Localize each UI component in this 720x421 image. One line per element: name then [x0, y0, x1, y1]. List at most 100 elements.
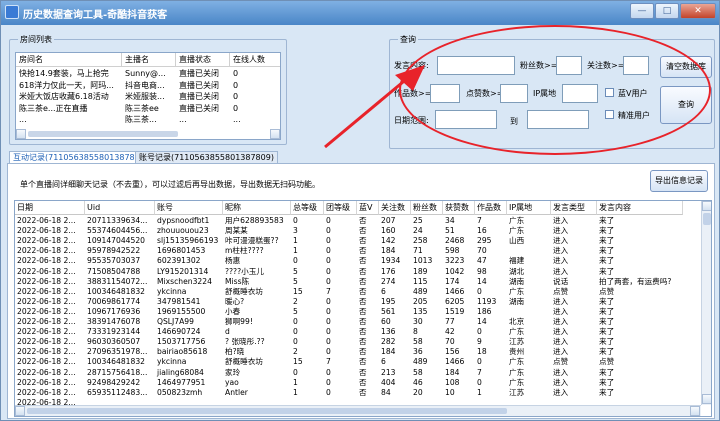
minimize-button[interactable]: — — [630, 3, 654, 19]
cell-account: 1464977951 — [157, 377, 206, 387]
scroll-right-button[interactable] — [270, 129, 280, 139]
cell-blue-v: 否 — [359, 327, 367, 337]
room-cell[interactable]: 直播已关闭 — [179, 68, 229, 79]
room-cell[interactable]: ... — [179, 114, 229, 125]
table-row[interactable]: 2022-06-18 2... 65935112483... 050823zmh An… — [15, 388, 701, 398]
table-row[interactable]: 2022-06-18 2... 100346481832 ykcinna 舒概睡衣坊 1… — [15, 357, 701, 367]
col-uid[interactable]: Uid — [85, 201, 155, 215]
room-cell[interactable]: 直播已关闭 — [179, 103, 229, 114]
table-row[interactable]: 2022-06-18 2... 92498429242 1464977951 yao 1… — [15, 378, 701, 388]
table-row[interactable]: 2022-06-18 2... 96030360507 1503717756 ? 张晓… — [15, 337, 701, 347]
cell-speech-type: 进入 — [553, 306, 569, 316]
maximize-button[interactable]: □ — [655, 3, 679, 19]
table-row[interactable]: 2022-06-18 2... 20711339634... dypsnoodfbt… — [15, 216, 701, 226]
cell-uid: 20711339634... — [87, 216, 148, 225]
col-account[interactable]: 账号 — [155, 201, 223, 215]
cell-speech-content: 来了 — [599, 387, 615, 397]
cell-uid: 38391476078 — [87, 317, 141, 326]
room-cell[interactable]: 抖音电商... — [125, 80, 175, 91]
room-cell[interactable]: 快抢14.9套装，马上抢完 — [19, 68, 121, 79]
cell-uid: 109147044520 — [87, 236, 145, 246]
records-table[interactable]: 日期 Uid 账号 昵称 总等级 团等级 蓝V 关注数 粉丝数 获赞数 作品数 IP属地 发言类型 发言内… — [14, 200, 712, 417]
room-cell[interactable]: 陈三茶... — [125, 114, 175, 125]
room-cell[interactable]: Sunny@... — [125, 68, 175, 79]
cell-follow: 561 — [381, 306, 396, 316]
cell-group-level: 0 — [326, 266, 331, 276]
horizontal-scroll-thumb[interactable] — [27, 408, 507, 414]
table-row[interactable]: 2022-06-18 2... 71508504788 LY915201314???… — [15, 267, 701, 277]
room-cell[interactable]: 直播已关闭 — [179, 91, 229, 102]
room-cell[interactable]: 618洋力仅此一天，阿玛... — [19, 80, 121, 91]
export-records-button[interactable]: 导出信息记录 — [650, 170, 708, 192]
col-host-name[interactable]: 主播名 — [122, 53, 176, 67]
cell-fans: 258 — [413, 236, 428, 246]
vertical-scroll-thumb[interactable] — [703, 213, 711, 225]
cell-blue-v: 否 — [359, 377, 367, 387]
scroll-left-button-grid[interactable] — [15, 406, 25, 416]
col-live-status[interactable]: 直播状态 — [176, 53, 230, 67]
scroll-up-button[interactable] — [702, 201, 711, 211]
cell-blue-v: 否 — [359, 347, 367, 357]
title-bar[interactable]: 历史数据查询工具-奇酷抖音获客 — □ ✕ — [1, 1, 719, 25]
col-room-name[interactable]: 房间名 — [16, 53, 122, 67]
cell-nickname: 狮啊99! — [225, 317, 253, 326]
table-row[interactable]: 2022-06-18 2... 27096351978... bairiao8561… — [15, 347, 701, 357]
col-online-count[interactable]: 在线人数 — [230, 53, 280, 67]
room-cell[interactable]: 米娅服装... — [125, 91, 175, 102]
col-fans[interactable]: 粉丝数 — [411, 201, 443, 215]
col-likes[interactable]: 获赞数 — [443, 201, 475, 215]
horizontal-scrollbar[interactable] — [15, 405, 701, 416]
col-works[interactable]: 作品数 — [475, 201, 507, 215]
table-row[interactable]: 2022-06-18 2... 73331923144 146690724 d 0 0 否 1… — [15, 327, 701, 337]
cell-uid: 10967176936 — [87, 306, 141, 316]
table-row[interactable]: 2022-06-18 2... 38391476078 QSLJ7A99 狮啊99! 0… — [15, 317, 701, 327]
room-cell[interactable]: 0 — [233, 91, 280, 102]
room-list[interactable]: 房间名 主播名 直播状态 在线人数 快抢14.9套装，马上抢完 Sunny@...… — [15, 52, 281, 140]
col-speech-content[interactable]: 发言内容 — [597, 201, 683, 215]
table-row[interactable]: 2022-06-18 2... 109147044520 slj1513596619… — [15, 236, 701, 246]
cell-nickname: 咔可漫漫糕蛋?? — [225, 236, 279, 246]
col-speech-type[interactable]: 发言类型 — [551, 201, 597, 215]
col-group-level[interactable]: 团等级 — [324, 201, 357, 215]
table-row[interactable]: 2022-06-18 2... 10967176936 1969155500 小春 5 0… — [15, 307, 701, 317]
table-row[interactable]: 2022-06-18 2... 95978942522 1696801453 m柱柱?… — [15, 246, 701, 256]
cell-total-level: 1 — [293, 387, 298, 397]
col-nickname[interactable]: 昵称 — [223, 201, 291, 215]
col-ip[interactable]: IP属地 — [507, 201, 551, 215]
table-row[interactable]: 2022-06-18 2... 100346481832 ykcinna 舒概睡衣坊 1… — [15, 287, 701, 297]
cell-likes: 3223 — [445, 256, 465, 266]
vertical-scrollbar[interactable] — [701, 201, 711, 405]
room-cell[interactable]: 米娅大饭店收藏6.18活动 — [19, 91, 121, 102]
scroll-left-button[interactable] — [16, 129, 26, 139]
col-follow[interactable]: 关注数 — [379, 201, 411, 215]
col-blue-v[interactable]: 蓝V — [357, 201, 379, 215]
room-cell[interactable]: 0 — [233, 68, 280, 79]
cell-ip: 广东 — [509, 216, 525, 225]
room-cell[interactable]: ... — [233, 114, 280, 125]
cell-nickname: 周某某 — [225, 226, 248, 236]
table-row[interactable]: 2022-06-18 2... 95535703037 602391302 杨惠 0 0 否… — [15, 256, 701, 266]
scroll-down-button[interactable] — [702, 394, 711, 404]
cell-speech-type: 进入 — [553, 337, 569, 347]
scrollbar-thumb[interactable] — [28, 131, 178, 137]
col-total-level[interactable]: 总等级 — [291, 201, 324, 215]
room-cell[interactable]: 0 — [233, 80, 280, 91]
table-row[interactable]: 2022-06-18 2... 70069861774 347981541 暖心? 2 0… — [15, 297, 701, 307]
table-row[interactable]: 2022-06-18 2... 28715756418... jialing6808… — [15, 368, 701, 378]
cell-ip — [507, 246, 551, 257]
cell-uid: 65935112483... — [87, 387, 148, 397]
room-cell[interactable]: 陈三茶e...正在直播 — [19, 103, 121, 114]
cell-likes: 598 — [445, 246, 460, 256]
scroll-right-button-grid[interactable] — [690, 406, 700, 416]
col-date[interactable]: 日期 — [15, 201, 85, 215]
room-cell[interactable]: 直播已关闭 — [179, 80, 229, 91]
cell-account: slj15135966193 — [157, 236, 219, 246]
room-cell[interactable]: 陈三茶ee — [125, 103, 175, 114]
cell-likes: 34 — [445, 216, 455, 225]
cell-total-level: 15 — [293, 357, 303, 367]
table-row[interactable]: 2022-06-18 2... 38831154072... Mixschen322… — [15, 277, 701, 287]
close-button[interactable]: ✕ — [680, 3, 716, 19]
room-cell[interactable]: ... — [19, 114, 121, 125]
room-cell[interactable]: 0 — [233, 103, 280, 114]
table-row[interactable]: 2022-06-18 2... 55374604456... zhouuouou23… — [15, 226, 701, 236]
